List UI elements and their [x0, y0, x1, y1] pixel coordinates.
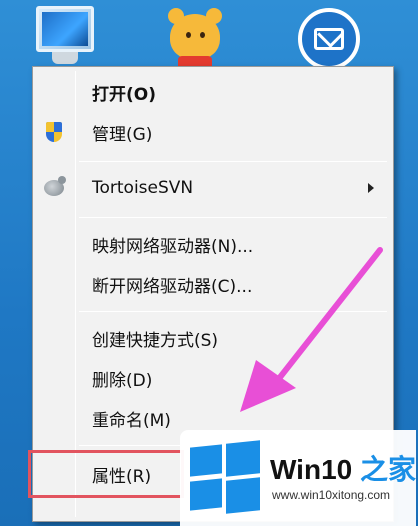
menu-item-label: 断开网络驱动器(C)... — [92, 276, 253, 297]
menu-item-label: 创建快捷方式(S) — [92, 330, 219, 351]
watermark-badge: Win10 之家 www.win10xitong.com — [180, 430, 416, 526]
menu-item-tortoisesvn[interactable]: TortoiseSVN — [36, 171, 390, 205]
menu-item-label: TortoiseSVN — [92, 178, 194, 198]
monitor-stand — [52, 52, 78, 64]
menu-separator — [79, 217, 387, 218]
menu-item-label: 打开(O) — [92, 84, 156, 105]
bear-eye — [200, 32, 205, 38]
bear-desktop-icon[interactable] — [164, 6, 226, 68]
computer-desktop-icon[interactable] — [22, 6, 108, 70]
mail-desktop-icon[interactable] — [292, 8, 364, 70]
watermark-brand: Win10 之家 — [270, 454, 417, 485]
watermark-site: www.win10xitong.com — [272, 488, 391, 502]
monitor-screen — [42, 12, 88, 46]
submenu-arrow-icon — [368, 183, 374, 193]
menu-item-manage[interactable]: 管理(G) — [36, 115, 390, 149]
menu-separator — [79, 161, 387, 162]
highlight-box — [28, 450, 184, 498]
menu-item-label: 删除(D) — [92, 370, 153, 391]
uac-shield-icon — [42, 120, 66, 144]
menu-item-open[interactable]: 打开(O) — [36, 75, 390, 109]
menu-item-label: 重命名(M) — [92, 410, 171, 431]
menu-item-label: 管理(G) — [92, 124, 153, 145]
tortoisesvn-icon — [42, 176, 66, 200]
bear-head-icon — [170, 14, 220, 60]
envelope-icon — [314, 28, 344, 50]
bear-eye — [186, 32, 191, 38]
annotation-arrow-icon — [240, 247, 383, 412]
windows-logo-icon — [190, 440, 260, 514]
